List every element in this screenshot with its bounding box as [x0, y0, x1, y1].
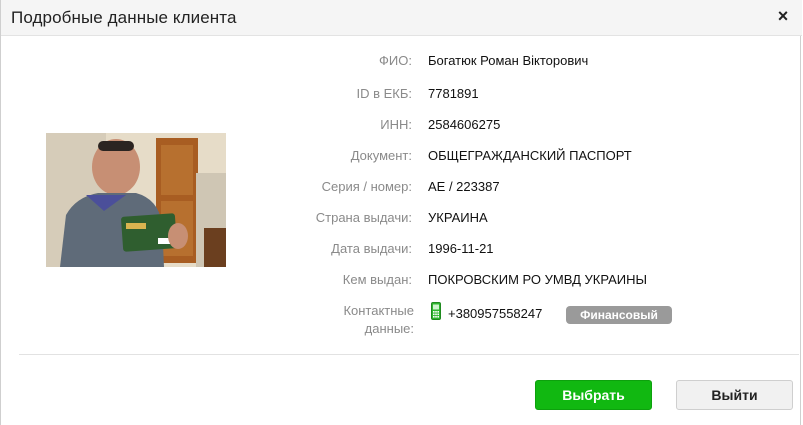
- row-series-number: Серия / номер: АЕ / 223387: [1, 179, 802, 199]
- contact-type-badge: Финансовый: [566, 306, 672, 324]
- label-issue-date: Дата выдачи:: [331, 241, 412, 256]
- value-ekb-id: 7781891: [428, 86, 479, 101]
- row-fio: ФИО: Богатюк Роман Вікторович: [1, 53, 802, 73]
- label-contact-line2: данные:: [364, 321, 414, 336]
- row-issued-by: Кем выдан: ПОКРОВСКИМ РО УМВД УКРАИНЫ: [1, 272, 802, 292]
- dialog-header: Подробные данные клиента ×: [1, 0, 802, 36]
- value-issue-date: 1996-11-21: [428, 241, 494, 256]
- row-issue-date: Дата выдачи: 1996-11-21: [1, 241, 802, 261]
- label-series-number: Серия / номер:: [321, 179, 412, 194]
- close-icon[interactable]: ×: [776, 7, 790, 25]
- value-inn: 2584606275: [428, 117, 501, 132]
- dialog-title: Подробные данные клиента: [11, 8, 237, 27]
- row-document: Документ: ОБЩЕГРАЖДАНСКИЙ ПАСПОРТ: [1, 148, 802, 168]
- value-document: ОБЩЕГРАЖДАНСКИЙ ПАСПОРТ: [428, 148, 632, 163]
- label-fio: ФИО:: [379, 53, 412, 68]
- row-inn: ИНН: 2584606275: [1, 117, 802, 137]
- select-button[interactable]: Выбрать: [535, 380, 652, 410]
- client-details-dialog: Подробные данные клиента × ФИО: Богатюк …: [0, 0, 802, 425]
- value-series-number: АЕ / 223387: [428, 179, 500, 194]
- exit-button[interactable]: Выйти: [676, 380, 793, 410]
- label-contact-line1: Контактные: [343, 303, 414, 318]
- contact-phone: +380957558247: [448, 306, 543, 321]
- value-issued-by: ПОКРОВСКИМ РО УМВД УКРАИНЫ: [428, 272, 648, 287]
- value-issue-country: УКРАИНА: [428, 210, 488, 225]
- row-ekb-id: ID в ЕКБ: 7781891: [1, 86, 802, 106]
- label-ekb-id: ID в ЕКБ:: [356, 86, 412, 101]
- label-issue-country: Страна выдачи:: [315, 210, 412, 225]
- row-issue-country: Страна выдачи: УКРАИНА: [1, 210, 802, 230]
- label-contact-data: Контактные данные:: [314, 302, 414, 338]
- value-fio: Богатюк Роман Вікторович: [428, 53, 589, 68]
- label-document: Документ:: [350, 148, 412, 163]
- footer-divider: [19, 354, 799, 355]
- mobile-phone-icon: [431, 302, 441, 320]
- label-inn: ИНН:: [380, 117, 412, 132]
- label-issued-by: Кем выдан:: [342, 272, 412, 287]
